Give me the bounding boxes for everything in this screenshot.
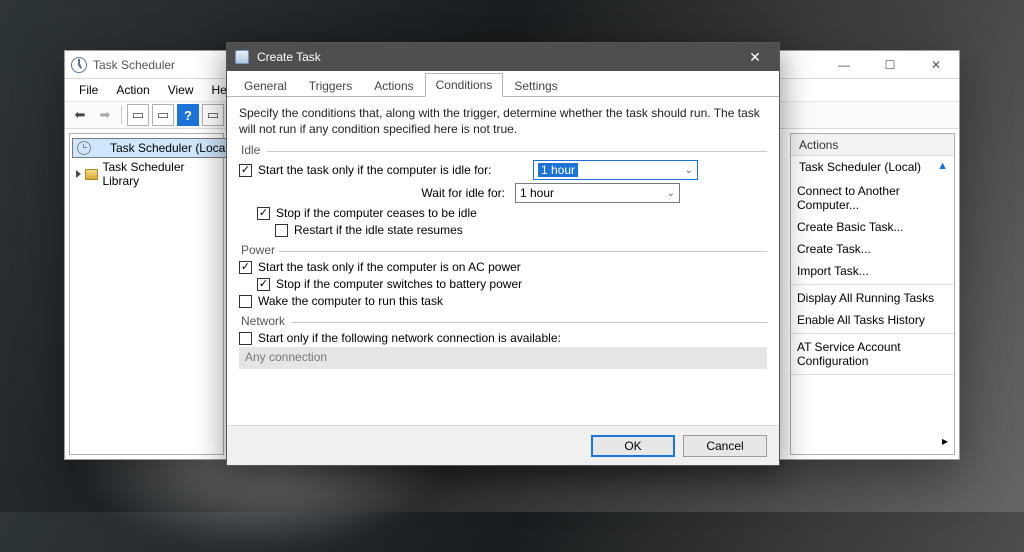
tree-pane[interactable]: Task Scheduler (Local) Task Scheduler Li… [69,133,224,455]
action-history[interactable]: Enable All Tasks History [791,309,954,331]
help-toolbar-button[interactable]: ? [177,104,199,126]
restart-idle-label: Restart if the idle state resumes [294,223,463,237]
ac-power-checkbox[interactable] [239,261,252,274]
actions-pane: Actions Task Scheduler (Local) ▲ Connect… [790,133,955,455]
chevron-down-icon: ⌄ [667,188,675,199]
action-running[interactable]: Display All Running Tasks [791,287,954,309]
dialog-footer: OK Cancel [227,425,779,465]
forward-button[interactable]: ➡ [94,104,116,126]
wake-checkbox[interactable] [239,295,252,308]
tree-root[interactable]: Task Scheduler (Local) [72,138,237,158]
network-label: Start only if the following network conn… [258,331,561,345]
power-group-label: Power [239,243,277,257]
menu-file[interactable]: File [71,81,106,99]
stop-battery-checkbox[interactable] [257,278,270,291]
maximize-button[interactable]: ☐ [867,51,913,79]
dialog-close-button[interactable]: ✕ [735,45,775,69]
dialog-tabs: General Triggers Actions Conditions Sett… [227,71,779,97]
task-scheduler-icon [71,57,87,73]
tree-library-label: Task Scheduler Library [102,160,219,188]
cancel-button[interactable]: Cancel [683,435,767,457]
toolbar-item-3[interactable]: ▭ [202,104,224,126]
stop-battery-label: Stop if the computer switches to battery… [276,277,522,291]
idle-group-label: Idle [239,143,262,157]
close-button[interactable]: ✕ [913,51,959,79]
network-connection-select: Any connection [239,347,767,369]
tab-actions[interactable]: Actions [363,74,424,97]
window-title: Task Scheduler [93,58,175,72]
menu-action[interactable]: Action [108,81,157,99]
menu-view[interactable]: View [160,81,202,99]
more-arrow-icon[interactable]: ▸ [942,434,948,448]
folder-icon [85,169,98,180]
restart-idle-checkbox[interactable] [275,224,288,237]
network-checkbox[interactable] [239,332,252,345]
action-create-basic[interactable]: Create Basic Task... [791,216,954,238]
tree-library[interactable]: Task Scheduler Library [72,158,221,190]
network-group-label: Network [239,314,287,328]
toolbar-item-2[interactable]: ▭ [152,104,174,126]
ok-button[interactable]: OK [591,435,675,457]
create-task-dialog: Create Task ✕ General Triggers Actions C… [226,42,780,466]
toolbar-item-1[interactable]: ▭ [127,104,149,126]
wait-idle-label: Wait for idle for: [257,186,515,200]
wake-label: Wake the computer to run this task [258,294,443,308]
actions-header: Actions [791,134,954,156]
dialog-icon [235,50,249,64]
expand-icon[interactable] [76,170,81,178]
clock-icon [77,141,91,155]
collapse-icon[interactable]: ▲ [937,160,948,172]
action-create-task[interactable]: Create Task... [791,238,954,260]
action-import[interactable]: Import Task... [791,260,954,282]
action-atconfig[interactable]: AT Service Account Configuration [791,336,954,372]
actions-subheader: Task Scheduler (Local) [791,156,954,180]
tree-root-label: Task Scheduler (Local) [110,141,232,155]
wait-idle-value: 1 hour [520,186,554,200]
idle-start-label: Start the task only if the computer is i… [258,163,533,177]
conditions-description: Specify the conditions that, along with … [239,105,767,137]
wait-idle-select[interactable]: 1 hour ⌄ [515,183,680,203]
dialog-titlebar[interactable]: Create Task ✕ [227,43,779,71]
idle-for-select[interactable]: 1 hour ⌄ [533,160,698,180]
stop-cease-checkbox[interactable] [257,207,270,220]
minimize-button[interactable]: — [821,51,867,79]
tab-conditions[interactable]: Conditions [425,73,504,97]
tab-general[interactable]: General [233,74,298,97]
idle-start-checkbox[interactable] [239,164,252,177]
idle-for-value: 1 hour [538,163,578,177]
chevron-down-icon: ⌄ [685,165,693,176]
action-connect[interactable]: Connect to Another Computer... [791,180,954,216]
ac-power-label: Start the task only if the computer is o… [258,260,521,274]
back-button[interactable]: ⬅ [69,104,91,126]
dialog-title: Create Task [257,50,321,64]
stop-cease-label: Stop if the computer ceases to be idle [276,206,477,220]
tab-settings[interactable]: Settings [503,74,568,97]
tab-triggers[interactable]: Triggers [298,74,364,97]
